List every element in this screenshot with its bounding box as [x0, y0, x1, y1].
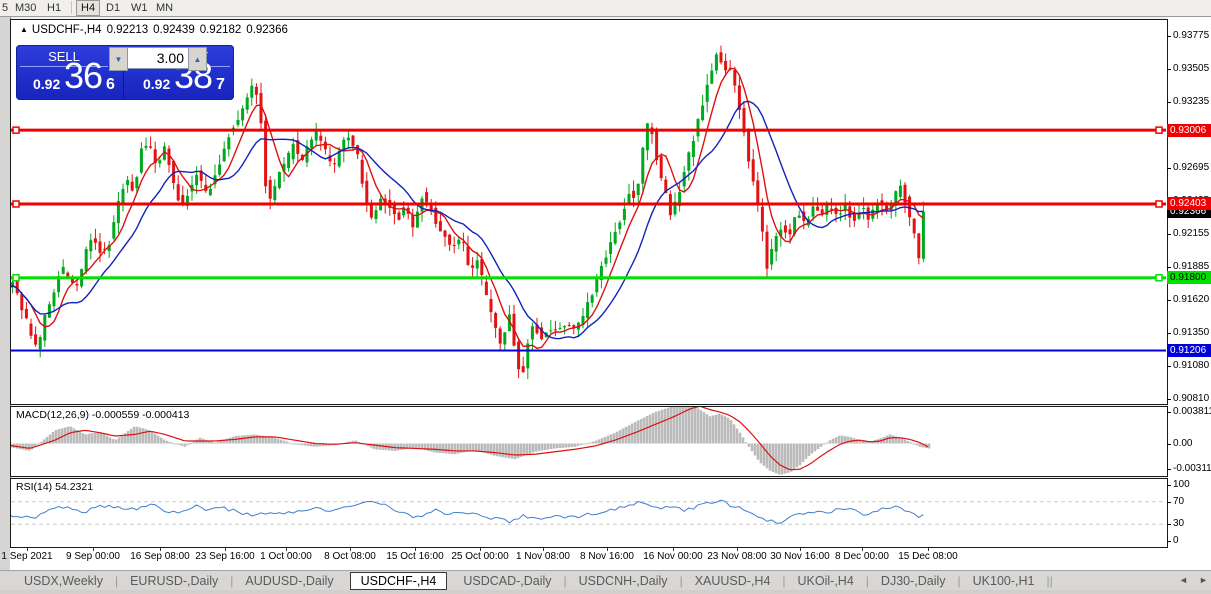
date-label: 23 Sep 16:00	[195, 551, 255, 562]
price-tick	[1167, 69, 1171, 71]
price-tick	[1167, 332, 1171, 334]
price-tick	[1167, 168, 1171, 170]
timeframe-button-d1[interactable]: D1	[106, 2, 120, 14]
mt4-terminal-window: 5 M30 H1 H4 D1 W1 MN ▲ USDCHF-,H4 0.92213 0.92439…	[0, 0, 1211, 594]
date-label: 15 Dec 08:00	[898, 551, 958, 562]
price-tick-label: 0.92695	[1173, 162, 1210, 174]
sell-price-figure: 0.92	[33, 76, 61, 92]
macd-axis-tick	[1167, 443, 1171, 445]
date-label: 16 Sep 08:00	[130, 551, 190, 562]
rsi-axis-label: 30	[1173, 518, 1185, 530]
rsi-axis-label: 100	[1173, 479, 1190, 490]
ohlc-low: 0.92182	[199, 24, 242, 36]
price-tick-label: 0.92155	[1173, 228, 1210, 240]
hline-price-label: 0.93006	[1167, 123, 1211, 137]
price-tick	[1167, 399, 1171, 400]
date-label: 1 Nov 08:00	[516, 551, 570, 562]
one-click-trading-widget: SELL BUY ▼ ▲ 0.92 36 6 0.92 38 7	[16, 45, 234, 100]
sell-price-pips: 36	[64, 55, 103, 96]
toolbar-separator	[71, 1, 72, 14]
rsi-indicator-label: RSI(14) 54.2321	[16, 481, 94, 493]
date-label: 9 Sep 00:00	[66, 551, 120, 562]
price-tick-label: 0.93775	[1173, 30, 1210, 41]
price-tick-label: 0.93505	[1173, 63, 1210, 75]
timeframe-button-w1[interactable]: W1	[131, 2, 148, 14]
timeframe-button-m30[interactable]: M30	[15, 2, 36, 14]
macd-axis-label: 0.003811	[1173, 406, 1211, 417]
rsi-axis-tick	[1167, 524, 1171, 526]
rsi-axis-tick	[1167, 485, 1171, 486]
chart-tab-usdcad[interactable]: USDCAD-,Daily	[451, 574, 563, 588]
price-tick-label: 0.91350	[1173, 326, 1210, 338]
rsi-axis-tick	[1167, 501, 1171, 503]
sell-price-point: 6	[106, 76, 115, 93]
chart-tab-usdcnh[interactable]: USDCNH-,Daily	[567, 574, 680, 588]
timeframe-button-mn[interactable]: MN	[156, 2, 173, 14]
price-tick-label: 0.91620	[1173, 293, 1210, 305]
price-tick-label: 0.90810	[1173, 393, 1210, 404]
chart-tab-usdx[interactable]: USDX,Weekly	[12, 574, 115, 588]
ohlc-high: 0.92439	[153, 24, 195, 36]
date-label: 25 Oct 00:00	[451, 551, 509, 562]
macd-axis-tick	[1167, 469, 1171, 470]
chart-symbol: USDCHF-,H4	[31, 24, 102, 36]
volume-input[interactable]	[128, 47, 188, 69]
chart-title: ▲ USDCHF-,H4 0.92213 0.92439 0.92182 0.92366	[20, 24, 293, 36]
macd-axis-label: -0.003115	[1173, 463, 1211, 474]
hline-price-label: 0.92403	[1167, 197, 1211, 211]
tab-scroll-left-icon[interactable]: ◄	[1179, 575, 1188, 585]
timeframe-button-h1[interactable]: H1	[47, 2, 61, 14]
price-tick-label: 0.93235	[1173, 96, 1210, 108]
buy-price-point: 7	[216, 76, 225, 93]
volume-increase-button[interactable]: ▲	[188, 47, 207, 71]
volume-spinner: ▼ ▲	[109, 47, 207, 71]
chart-tab-xauusd[interactable]: XAUUSD-,H4	[683, 574, 783, 588]
status-strip	[0, 590, 1211, 594]
rsi-axis-label: 0	[1173, 535, 1179, 546]
chart-tab-audusd[interactable]: AUDUSD-,Daily	[233, 574, 345, 588]
rsi-chart	[11, 499, 1166, 525]
date-label: 30 Nov 16:00	[770, 551, 830, 562]
rsi-axis-label: 70	[1173, 495, 1185, 507]
price-tick	[1167, 234, 1171, 236]
date-label: 8 Dec 00:00	[835, 551, 889, 562]
macd-indicator-label: MACD(12,26,9) -0.000559 -0.000413	[16, 409, 190, 421]
ohlc-open: 0.92213	[106, 24, 149, 36]
date-label: 15 Oct 16:00	[386, 551, 444, 562]
buy-price[interactable]: 0.92 38 7	[126, 55, 232, 98]
date-label: 8 Nov 16:00	[580, 551, 634, 562]
buy-price-figure: 0.92	[143, 76, 171, 92]
date-label: 16 Nov 00:00	[643, 551, 703, 562]
symbol-collapse-icon[interactable]: ▲	[20, 25, 28, 34]
price-tick	[1167, 36, 1171, 37]
price-tick	[1167, 299, 1171, 301]
volume-decrease-button[interactable]: ▼	[109, 47, 128, 71]
chart-tab-usdchf[interactable]: USDCHF-,H4	[349, 572, 448, 590]
chart-tab-uk100[interactable]: UK100-,H1	[961, 574, 1047, 588]
date-label: 1 Sep 2021	[1, 551, 53, 562]
macd-axis-tick	[1167, 412, 1171, 413]
date-label: 23 Nov 08:00	[707, 551, 767, 562]
chart-tab-eurusd[interactable]: EURUSD-,Daily	[118, 574, 230, 588]
chart-tab-ukoil[interactable]: UKOil-,H4	[786, 574, 866, 588]
timeframe-button-5[interactable]: 5	[2, 2, 8, 14]
chart-tab-bar: USDX,Weekly | EURUSD-,Daily | AUDUSD-,Daily U…	[0, 570, 1211, 591]
price-tick	[1167, 102, 1171, 104]
rsi-axis-tick	[1167, 541, 1171, 542]
tab-separator: |	[1049, 574, 1053, 588]
date-label: 8 Oct 08:00	[324, 551, 376, 562]
price-tick	[1167, 267, 1171, 269]
sell-price[interactable]: 0.92 36 6	[18, 55, 124, 98]
hline-price-label: 0.91206	[1167, 344, 1211, 358]
price-tick	[1167, 365, 1171, 367]
macd-axis-label: 0.00	[1173, 437, 1193, 449]
tab-scroll-right-icon[interactable]: ►	[1199, 575, 1208, 585]
ohlc-close: 0.92366	[246, 24, 288, 36]
chart-tab-dj30[interactable]: DJ30-,Daily	[869, 574, 958, 588]
date-label: 1 Oct 00:00	[260, 551, 312, 562]
timeframe-toolbar: 5 M30 H1 H4 D1 W1 MN	[0, 0, 1211, 17]
price-tick-label: 0.91080	[1173, 359, 1210, 371]
timeframe-button-h4[interactable]: H4	[76, 0, 101, 16]
hline-price-label: 0.91800	[1167, 271, 1211, 285]
